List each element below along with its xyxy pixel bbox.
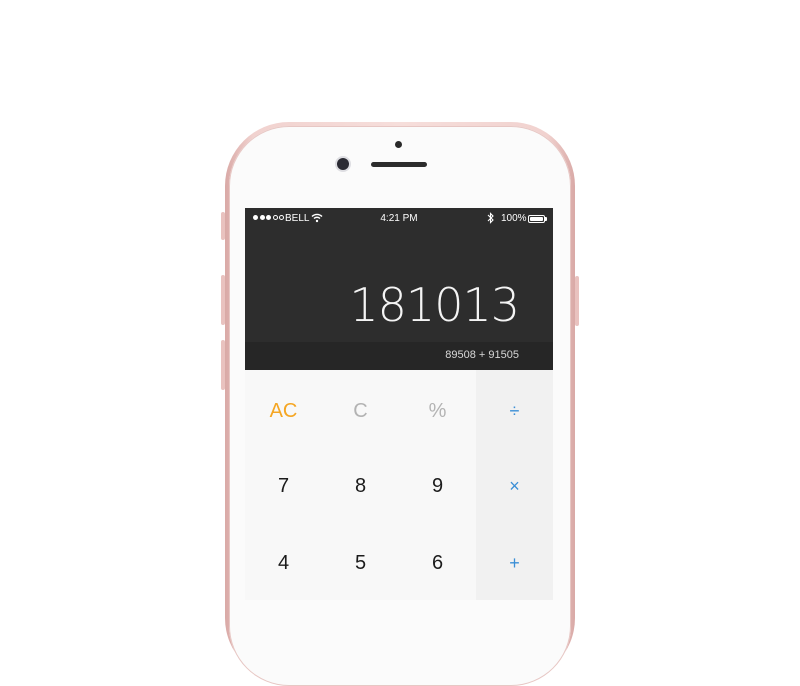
keypad: AC C % ÷ 7 8 9 × 4 5 6 +: [245, 370, 553, 600]
bluetooth-icon: [487, 212, 495, 227]
proximity-sensor: [395, 141, 402, 148]
expression-text: 89508 + 91505: [445, 349, 519, 361]
earpiece-speaker: [371, 162, 427, 167]
divide-button[interactable]: ÷: [476, 401, 553, 422]
volume-up-button: [221, 275, 225, 325]
battery-tip: [545, 217, 547, 221]
digit-7-button[interactable]: 7: [245, 475, 322, 498]
mute-switch: [221, 212, 225, 240]
expression-bar: 89508 + 91505: [245, 342, 553, 370]
multiply-button[interactable]: ×: [476, 476, 553, 497]
calculator-screen: BELL 4:21 PM 100% 181013 89508 + 91505 A…: [245, 208, 553, 600]
digit-5-button[interactable]: 5: [322, 552, 399, 575]
result-display: 181013: [349, 278, 520, 332]
digit-6-button[interactable]: 6: [399, 552, 476, 575]
clear-button[interactable]: C: [322, 400, 399, 423]
digit-9-button[interactable]: 9: [399, 475, 476, 498]
percent-button[interactable]: %: [399, 400, 476, 423]
battery-percentage: 100%: [501, 213, 527, 224]
digit-8-button[interactable]: 8: [322, 475, 399, 498]
all-clear-button[interactable]: AC: [245, 400, 322, 423]
volume-down-button: [221, 340, 225, 390]
front-camera: [337, 158, 349, 170]
add-button[interactable]: +: [476, 553, 553, 574]
battery-icon: [528, 215, 545, 223]
power-button: [575, 276, 579, 326]
status-bar: BELL 4:21 PM 100%: [245, 208, 553, 230]
digit-4-button[interactable]: 4: [245, 552, 322, 575]
